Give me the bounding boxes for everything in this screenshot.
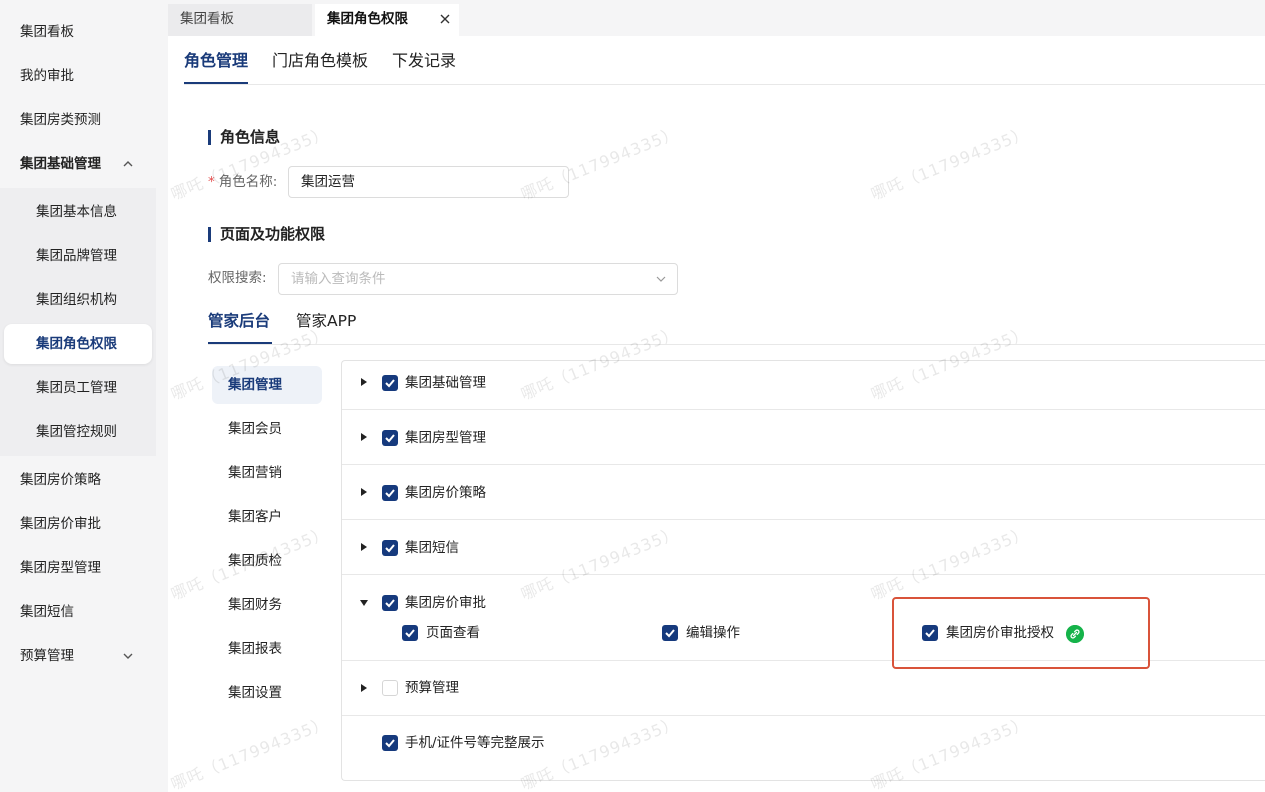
tab-housekeeper-app[interactable]: 管家APP xyxy=(296,310,356,332)
caret-down-icon[interactable] xyxy=(359,598,369,608)
perm-row-label: 预算管理 xyxy=(405,680,459,696)
caret-right-icon[interactable] xyxy=(359,542,369,552)
tab-label: 集团看板 xyxy=(180,11,234,27)
sidebar-item-price-strategy[interactable]: 集团房价策略 xyxy=(20,470,101,490)
module-group-member[interactable]: 集团会员 xyxy=(228,419,282,439)
close-icon[interactable] xyxy=(439,13,451,25)
module-group-report[interactable]: 集团报表 xyxy=(228,639,282,659)
checkbox-checked[interactable] xyxy=(922,625,938,641)
link-icon[interactable] xyxy=(1066,625,1084,643)
caret-right-icon[interactable] xyxy=(359,432,369,442)
checkbox-checked[interactable] xyxy=(382,735,398,751)
checkbox-unchecked[interactable] xyxy=(382,680,398,696)
checkbox-checked[interactable] xyxy=(382,430,398,446)
chevron-up-icon[interactable] xyxy=(122,158,134,170)
sidebar-item-budget[interactable]: 预算管理 xyxy=(20,646,74,666)
submenu-item-brand[interactable]: 集团品牌管理 xyxy=(36,246,117,266)
submenu-panel xyxy=(0,188,156,456)
role-name-input[interactable]: 集团运营 xyxy=(288,166,569,198)
search-placeholder: 请输入查询条件 xyxy=(291,271,386,287)
perm-row-label: 集团短信 xyxy=(405,540,459,556)
subtab-store-role-template[interactable]: 门店角色模板 xyxy=(272,50,368,72)
sidebar-item-price-approval[interactable]: 集团房价审批 xyxy=(20,514,101,534)
submenu-item-basic-info[interactable]: 集团基本信息 xyxy=(36,202,117,222)
permission-search-label: 权限搜索: xyxy=(208,270,267,286)
module-group-customer[interactable]: 集团客户 xyxy=(228,507,282,527)
permission-search-select[interactable]: 请输入查询条件 xyxy=(278,263,678,295)
role-name-label: * 角色名称: xyxy=(208,174,278,190)
checkbox-checked[interactable] xyxy=(662,625,678,641)
perm-child-label: 页面查看 xyxy=(426,625,480,641)
module-group-marketing[interactable]: 集团营销 xyxy=(228,463,282,483)
module-group-quality[interactable]: 集团质检 xyxy=(228,551,282,571)
row-divider xyxy=(342,409,1265,410)
perm-row-label: 集团基础管理 xyxy=(405,375,486,391)
row-divider xyxy=(342,574,1265,575)
row-divider xyxy=(342,519,1265,520)
checkbox-checked[interactable] xyxy=(382,540,398,556)
chevron-down-icon[interactable] xyxy=(122,650,134,662)
subtab-divider xyxy=(184,84,1265,85)
tab-housekeeper-backend[interactable]: 管家后台 xyxy=(208,310,270,332)
row-divider xyxy=(342,464,1265,465)
chevron-down-icon xyxy=(656,276,666,282)
row-divider xyxy=(342,715,1265,716)
checkbox-checked[interactable] xyxy=(382,375,398,391)
main-content: 角色管理 门店角色模板 下发记录 角色信息 * 角色名称: 集团运营 页面及功能权… xyxy=(168,36,1265,792)
subtab-dispatch-records[interactable]: 下发记录 xyxy=(392,50,456,72)
sidebar-item-sms[interactable]: 集团短信 xyxy=(20,602,74,622)
submenu-item-org[interactable]: 集团组织机构 xyxy=(36,290,117,310)
tab-role-permission[interactable]: 集团角色权限 xyxy=(315,4,459,36)
tab-group-dashboard[interactable]: 集团看板 xyxy=(168,4,312,36)
perm-child-label: 编辑操作 xyxy=(686,625,740,641)
sidebar-item-my-approval[interactable]: 我的审批 xyxy=(20,66,74,86)
section-title-role-info: 角色信息 xyxy=(208,127,280,147)
sidebar-item-room-forecast[interactable]: 集团房类预测 xyxy=(20,110,101,130)
sidebar: 集团看板 我的审批 集团房类预测 集团基础管理 集团基本信息 集团品牌管理 集团… xyxy=(0,0,156,792)
caret-right-icon[interactable] xyxy=(359,683,369,693)
tab-label: 集团角色权限 xyxy=(327,11,408,27)
permission-tree xyxy=(341,360,1265,781)
checkbox-checked[interactable] xyxy=(382,485,398,501)
checkbox-checked[interactable] xyxy=(402,625,418,641)
sidebar-item-group-dashboard[interactable]: 集团看板 xyxy=(20,22,74,42)
sidebar-item-basic-management[interactable]: 集团基础管理 xyxy=(20,154,101,174)
module-group-management[interactable]: 集团管理 xyxy=(228,375,282,395)
module-group-finance[interactable]: 集团财务 xyxy=(228,595,282,615)
perm-tab-divider xyxy=(208,344,1265,345)
perm-child-label: 集团房价审批授权 xyxy=(946,625,1054,641)
module-group-settings[interactable]: 集团设置 xyxy=(228,683,282,703)
subtab-role-management[interactable]: 角色管理 xyxy=(184,50,248,72)
perm-row-label: 集团房型管理 xyxy=(405,430,486,446)
submenu-item-employee[interactable]: 集团员工管理 xyxy=(36,378,117,398)
caret-right-icon[interactable] xyxy=(359,487,369,497)
caret-right-icon[interactable] xyxy=(359,377,369,387)
tab-bar: 集团看板 集团角色权限 xyxy=(168,0,1265,36)
submenu-item-role-permission[interactable]: 集团角色权限 xyxy=(36,334,117,354)
perm-row-label: 集团房价审批 xyxy=(405,595,486,611)
perm-row-label: 手机/证件号等完整展示 xyxy=(405,735,545,751)
checkbox-checked[interactable] xyxy=(382,595,398,611)
section-title-permissions: 页面及功能权限 xyxy=(208,224,325,244)
perm-row-label: 集团房价策略 xyxy=(405,485,486,501)
submenu-item-control-rules[interactable]: 集团管控规则 xyxy=(36,422,117,442)
sidebar-item-room-type[interactable]: 集团房型管理 xyxy=(20,558,101,578)
